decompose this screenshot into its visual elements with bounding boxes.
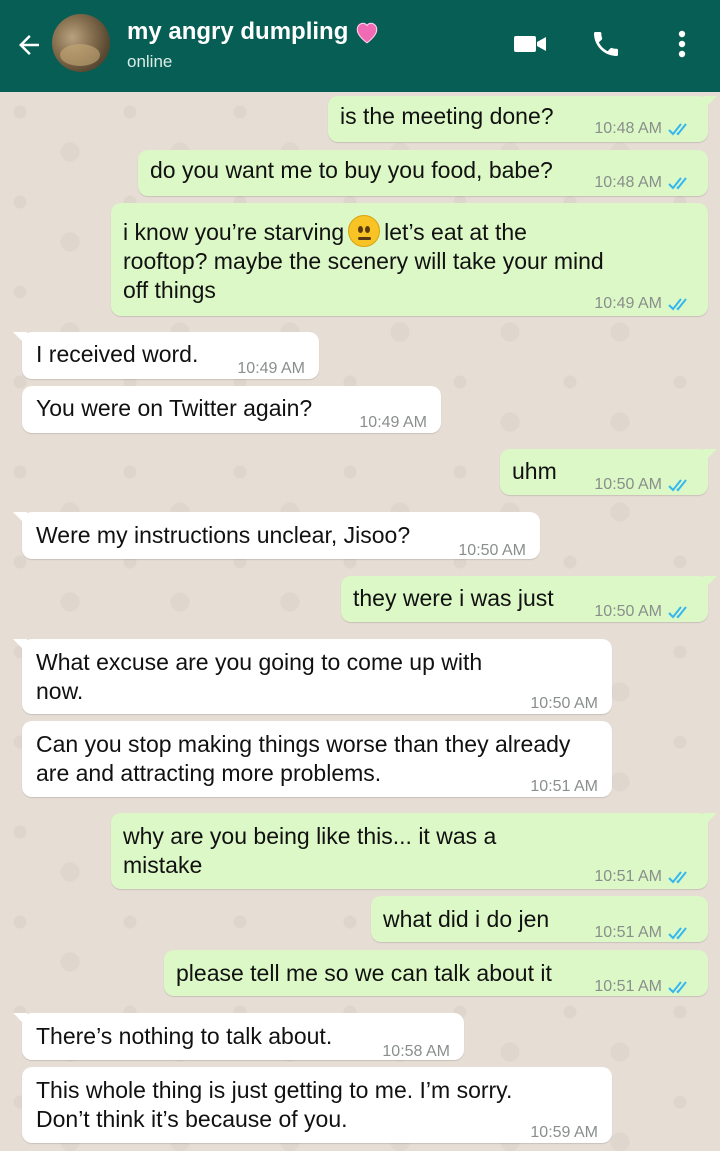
message-bubble-incoming[interactable]: There’s nothing to talk about. 10:58 AM (13, 1013, 464, 1060)
read-ticks-icon (668, 122, 687, 135)
message-text: uhm (512, 458, 557, 484)
neutral-face-emoji-icon (348, 215, 381, 247)
message-text: Can you stop making things worse than th… (36, 730, 570, 788)
read-ticks-icon (668, 605, 687, 618)
read-ticks-icon (668, 870, 687, 883)
message-text: do you want me to buy you food, babe? (150, 157, 553, 183)
contact-status: online (127, 52, 173, 71)
message-text: There’s nothing to talk about. (36, 1023, 333, 1049)
message-text-line: i know you’re starving (123, 219, 345, 245)
chat-header: my angry dumpling online (0, 0, 720, 92)
message-text-line: mistake (123, 852, 203, 878)
message-text-line: Can you stop making things worse than th… (36, 731, 571, 757)
message-meta: 10:50 AM (594, 470, 694, 499)
read-ticks-icon (668, 926, 687, 939)
message-time: 10:49 AM (594, 295, 662, 312)
message-text: i know you’re starving let’s eat at the r… (123, 215, 604, 305)
message-time: 10:50 AM (458, 542, 526, 559)
message-text: is the meeting done? (340, 103, 554, 129)
message-bubble-incoming[interactable]: What excuse are you going to come up wit… (13, 639, 612, 714)
message-text: they were i was just (353, 585, 554, 611)
message-text-line: off things (123, 277, 216, 303)
message-time: 10:50 AM (530, 695, 598, 712)
read-ticks-icon (668, 297, 687, 310)
message-bubble-outgoing[interactable]: please tell me so we can talk about it 1… (164, 950, 708, 996)
video-camera-icon (514, 36, 546, 52)
message-time: 10:49 AM (359, 414, 427, 431)
message-bubble-incoming[interactable]: You were on Twitter again? 10:49 AM (22, 386, 441, 433)
read-ticks-icon (668, 176, 687, 189)
message-bubble-incoming[interactable]: I received word. 10:49 AM (13, 332, 319, 379)
message-time: 10:49 AM (237, 360, 305, 377)
message-text-line: What excuse are you going to come up wit… (36, 649, 483, 675)
contact-name[interactable]: my angry dumpling (127, 18, 380, 46)
message-bubble-outgoing[interactable]: what did i do jen 10:51 AM (371, 896, 708, 942)
message-text: I received word. (36, 341, 199, 367)
message-bubble-outgoing[interactable]: i know you’re starving let’s eat at the r… (111, 203, 708, 316)
message-text-line: why are you being like this... it was a (123, 823, 497, 849)
message-time: 10:48 AM (594, 174, 662, 191)
avatar[interactable] (52, 14, 110, 72)
message-time: 10:51 AM (594, 868, 662, 885)
message-bubble-outgoing[interactable]: do you want me to buy you food, babe? 10… (138, 150, 708, 196)
message-time: 10:50 AM (594, 603, 662, 620)
message-bubble-incoming[interactable]: Were my instructions unclear, Jisoo? 10:… (13, 512, 540, 559)
message-text-line: let’s eat at the (384, 219, 527, 245)
message-text: why are you being like this... it was a … (123, 822, 496, 880)
message-meta: 10:50 AM (594, 597, 694, 626)
message-time: 10:59 AM (530, 1124, 598, 1141)
message-text-line: This whole thing is just getting to me. … (36, 1077, 513, 1103)
message-meta: 10:49 AM (594, 289, 694, 318)
message-text-line: rooftop? maybe the scenery will take you… (123, 248, 604, 274)
menu-button[interactable] (662, 24, 702, 64)
message-meta: 10:48 AM (594, 168, 694, 197)
message-bubble-outgoing[interactable]: they were i was just 10:50 AM (341, 576, 717, 622)
message-text: You were on Twitter again? (36, 395, 313, 421)
more-vertical-icon (678, 30, 686, 58)
voice-call-button[interactable] (586, 24, 626, 64)
message-bubble-outgoing[interactable]: why are you being like this... it was a … (111, 813, 717, 891)
message-meta: 10:51 AM (594, 972, 694, 1001)
contact-name-text: my angry dumpling (127, 18, 349, 45)
message-bubble-outgoing[interactable]: uhm 10:50 AM (500, 449, 717, 495)
phone-icon (594, 32, 618, 56)
read-ticks-icon (668, 478, 687, 491)
message-meta: 10:51 AM (594, 918, 694, 947)
message-text: Were my instructions unclear, Jisoo? (36, 522, 411, 548)
message-meta: 10:48 AM (594, 114, 694, 143)
message-time: 10:58 AM (382, 1043, 450, 1060)
message-bubble-outgoing[interactable]: is the meeting done? 10:48 AM (328, 96, 717, 143)
message-bubble-incoming[interactable]: Can you stop making things worse than th… (22, 721, 612, 797)
message-time: 10:51 AM (594, 924, 662, 941)
message-text: please tell me so we can talk about it (176, 960, 552, 986)
message-meta: 10:51 AM (594, 862, 694, 891)
message-time: 10:50 AM (594, 476, 662, 493)
message-text-line: Don’t think it’s because of you. (36, 1106, 348, 1132)
message-time: 10:51 AM (594, 978, 662, 995)
read-ticks-icon (668, 980, 687, 993)
message-text: What excuse are you going to come up wit… (36, 648, 482, 706)
back-button[interactable] (10, 26, 48, 64)
arrow-left-icon (19, 35, 39, 55)
heart-icon (357, 22, 378, 44)
message-text-line: are and attracting more problems. (36, 760, 382, 786)
message-text-line: now. (36, 678, 84, 704)
message-bubble-incoming[interactable]: This whole thing is just getting to me. … (22, 1067, 612, 1143)
message-time: 10:48 AM (594, 120, 662, 137)
message-text: This whole thing is just getting to me. … (36, 1076, 512, 1134)
message-text: what did i do jen (383, 906, 550, 932)
message-time: 10:51 AM (530, 778, 598, 795)
video-call-button[interactable] (510, 24, 550, 64)
